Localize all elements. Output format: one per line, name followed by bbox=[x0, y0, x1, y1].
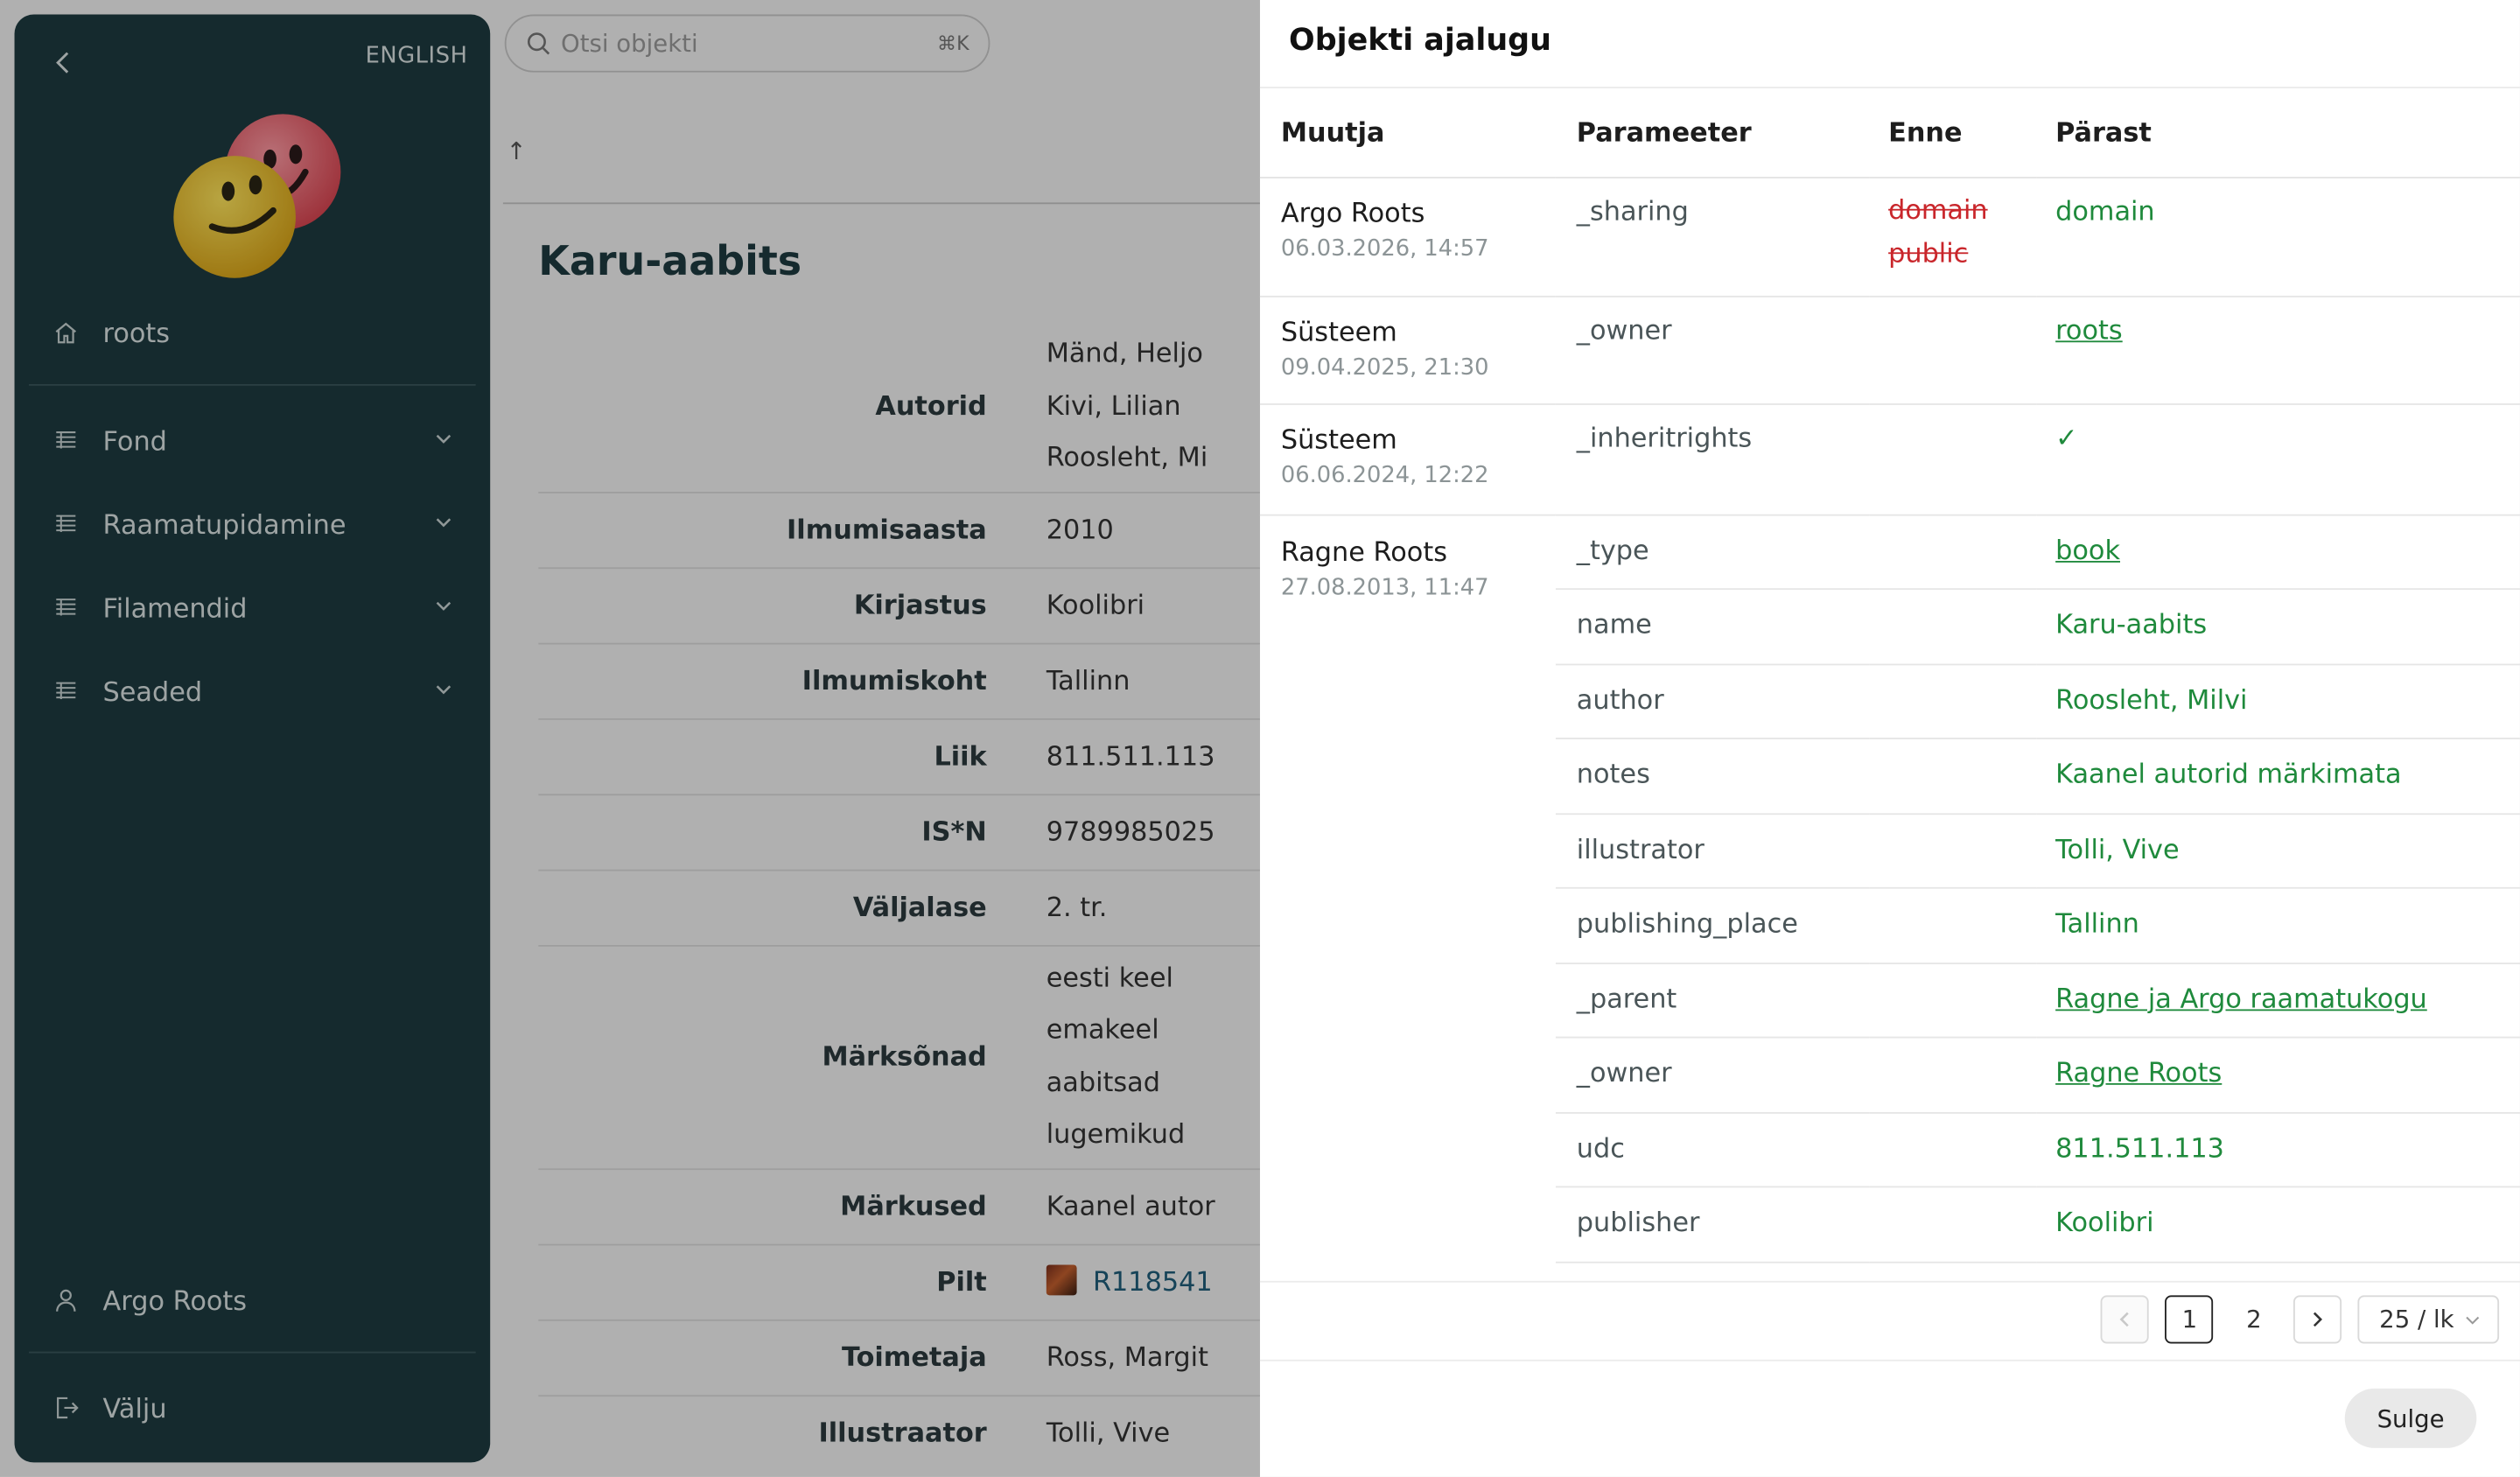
checkmark-icon: ✓ bbox=[2055, 422, 2078, 453]
after-cell: roots bbox=[2036, 295, 2520, 404]
after-cell: ✓ bbox=[2036, 403, 2520, 515]
after-cell: Roosleht, Milvi bbox=[2036, 663, 2520, 739]
added-value-link[interactable]: Ragne Roots bbox=[2055, 1058, 2222, 1088]
before-cell: domain public bbox=[1869, 177, 2037, 297]
chevron-left-icon bbox=[2120, 1312, 2130, 1327]
parameter-cell: udc bbox=[1555, 1111, 1870, 1188]
prev-page-button[interactable] bbox=[2101, 1295, 2150, 1344]
after-cell: Koolibri bbox=[2036, 1186, 2520, 1263]
table-row: Süsteem 09.04.2025, 21:30 _owner roots bbox=[1259, 295, 2520, 404]
chevron-down-icon bbox=[2466, 1315, 2480, 1324]
table-header: Muutja Parameeter Enne Pärast bbox=[1259, 88, 2520, 178]
after-cell: Ragne ja Argo raamatukogu bbox=[2036, 962, 2520, 1039]
column-header-parameter: Parameeter bbox=[1555, 88, 1870, 178]
chevron-right-icon bbox=[2314, 1312, 2323, 1327]
after-cell: Tallinn bbox=[2036, 887, 2520, 964]
parameter-cell: _type bbox=[1555, 514, 1870, 591]
added-value: Kaanel autorid märkimata bbox=[2055, 758, 2402, 789]
changer-name: Argo Roots bbox=[1280, 196, 1425, 228]
parameter-cell: author bbox=[1555, 663, 1870, 739]
after-cell: book bbox=[2036, 514, 2520, 591]
table-row: Süsteem 06.06.2024, 12:22 _inheritrights… bbox=[1259, 403, 2520, 515]
pagination: 1 2 25 / lk bbox=[2101, 1295, 2500, 1344]
added-value: Koolibri bbox=[2055, 1207, 2154, 1238]
column-header-after: Pärast bbox=[2036, 88, 2520, 178]
change-time: 06.06.2024, 12:22 bbox=[1280, 462, 1489, 488]
drawer-title: Objekti ajalugu bbox=[1289, 22, 1552, 59]
page-2-button[interactable]: 2 bbox=[2230, 1295, 2278, 1344]
removed-value: domain bbox=[1888, 193, 1988, 225]
page-size-select[interactable]: 25 / lk bbox=[2358, 1295, 2500, 1344]
added-value: Karu-aabits bbox=[2055, 609, 2208, 640]
history-drawer: Objekti ajalugu Muutja Parameeter Enne P… bbox=[1259, 0, 2520, 1477]
before-cell bbox=[1869, 887, 2037, 964]
after-cell: Karu-aabits bbox=[2036, 589, 2520, 665]
after-cell: Tolli, Vive bbox=[2036, 813, 2520, 889]
added-value-link[interactable]: roots bbox=[2055, 314, 2123, 345]
added-value-link[interactable]: book bbox=[2055, 535, 2120, 565]
change-time: 27.08.2013, 11:47 bbox=[1280, 574, 1489, 601]
after-cell: Ragne Roots bbox=[2036, 1037, 2520, 1113]
changer-cell: Süsteem 06.06.2024, 12:22 bbox=[1259, 403, 1556, 515]
parameter-cell: notes bbox=[1555, 738, 1870, 815]
table-row: Ragne Roots 27.08.2013, 11:47 _type book bbox=[1260, 514, 2520, 600]
changer-name: Ragne Roots bbox=[1280, 536, 1448, 567]
before-cell bbox=[1869, 403, 2037, 515]
column-header-before: Enne bbox=[1869, 88, 2037, 178]
before-cell bbox=[1869, 1111, 2037, 1188]
before-cell bbox=[1869, 589, 2037, 665]
change-time: 06.03.2026, 14:57 bbox=[1280, 235, 1489, 262]
added-value: Tallinn bbox=[2055, 907, 2139, 939]
parameter-cell: publisher bbox=[1555, 1186, 1870, 1263]
parameter-cell: _sharing bbox=[1555, 177, 1870, 297]
page-1-button[interactable]: 1 bbox=[2165, 1295, 2214, 1344]
added-value: Roosleht, Milvi bbox=[2055, 683, 2248, 715]
table-row: Argo Roots 06.03.2026, 14:57 _sharing do… bbox=[1259, 177, 2520, 297]
added-value: domain bbox=[2055, 195, 2155, 227]
after-cell: domain bbox=[2036, 177, 2520, 297]
next-page-button[interactable] bbox=[2293, 1295, 2342, 1344]
changer-name: Süsteem bbox=[1280, 315, 1397, 346]
before-cell bbox=[1869, 1186, 2037, 1263]
column-header-changer: Muutja bbox=[1259, 88, 1556, 178]
changer-cell: Süsteem 09.04.2025, 21:30 bbox=[1259, 295, 1556, 404]
after-cell: Kaanel autorid märkimata bbox=[2036, 738, 2520, 815]
parameter-cell: name bbox=[1555, 589, 1870, 665]
close-button[interactable]: Sulge bbox=[2344, 1388, 2477, 1448]
change-time: 09.04.2025, 21:30 bbox=[1280, 354, 1489, 381]
added-value: 811.511.113 bbox=[2055, 1131, 2224, 1163]
parameter-cell: _inheritrights bbox=[1555, 403, 1870, 515]
parameter-cell: publishing_place bbox=[1555, 887, 1870, 964]
parameter-cell: _owner bbox=[1555, 295, 1870, 404]
changer-cell: Ragne Roots 27.08.2013, 11:47 bbox=[1260, 514, 1556, 1262]
changer-cell: Argo Roots 06.03.2026, 14:57 bbox=[1259, 177, 1556, 297]
history-table: Muutja Parameeter Enne Pärast Argo Roots… bbox=[1259, 88, 2520, 1263]
removed-value: public bbox=[1888, 236, 1969, 268]
before-cell bbox=[1869, 1037, 2037, 1113]
before-cell bbox=[1869, 663, 2037, 739]
parameter-cell: _parent bbox=[1555, 962, 1870, 1039]
parameter-cell: _owner bbox=[1555, 1037, 1870, 1113]
before-cell bbox=[1869, 738, 2037, 815]
before-cell bbox=[1869, 962, 2037, 1039]
changer-name: Süsteem bbox=[1280, 423, 1397, 454]
parameter-cell: illustrator bbox=[1555, 813, 1870, 889]
before-cell bbox=[1869, 295, 2037, 404]
before-cell bbox=[1869, 514, 2037, 591]
page-size-value: 25 / lk bbox=[2379, 1305, 2454, 1334]
added-value-link[interactable]: Ragne ja Argo raamatukogu bbox=[2055, 983, 2427, 1013]
before-cell bbox=[1869, 813, 2037, 889]
divider bbox=[1259, 1359, 2520, 1362]
divider bbox=[1259, 1280, 2520, 1283]
added-value: Tolli, Vive bbox=[2055, 833, 2180, 864]
after-cell: 811.511.113 bbox=[2036, 1111, 2520, 1188]
